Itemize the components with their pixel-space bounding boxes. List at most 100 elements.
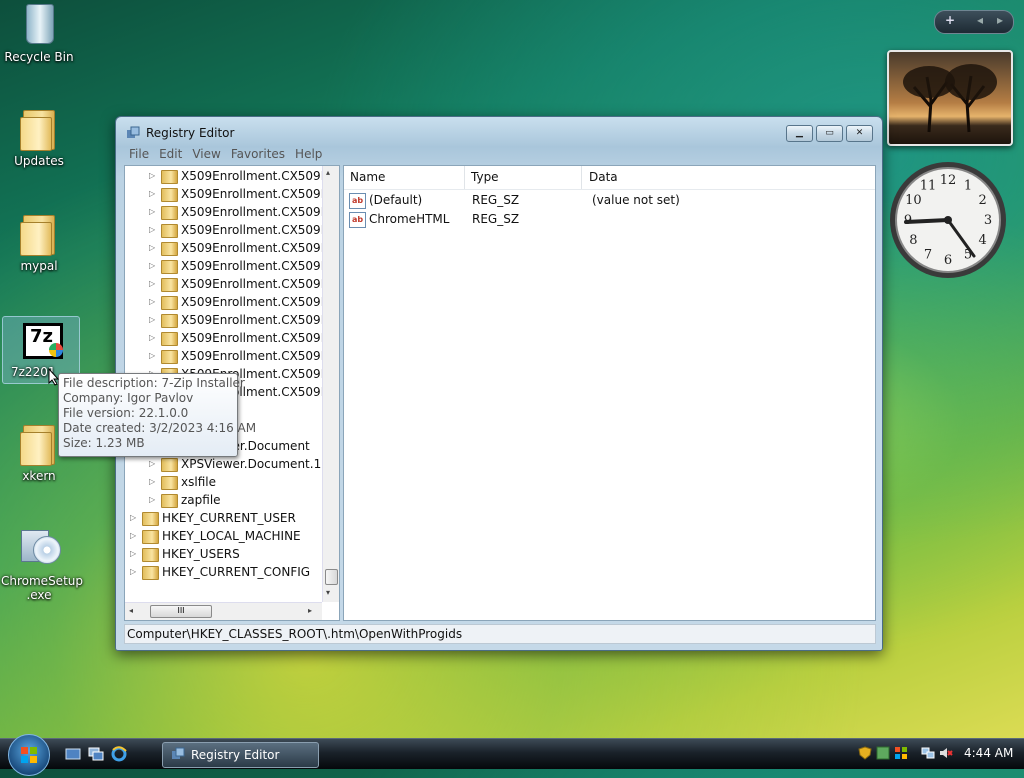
- registry-values-pane[interactable]: Name Type Data ab (Default) REG_SZ (value…: [343, 165, 876, 621]
- tree-horizontal-scrollbar[interactable]: ◂ III ▸: [125, 602, 322, 620]
- registry-editor-app-icon: [126, 126, 140, 140]
- desktop-icon-label: xkern: [22, 469, 56, 483]
- expand-arrow-icon[interactable]: ▷: [149, 167, 159, 185]
- expand-arrow-icon[interactable]: ▷: [149, 311, 159, 329]
- close-button[interactable]: ✕: [846, 125, 873, 142]
- folder-icon: [142, 566, 159, 580]
- expand-arrow-icon[interactable]: ▷: [149, 257, 159, 275]
- scroll-right-button[interactable]: ▸: [308, 606, 312, 615]
- tree-node-label: XPSViewer.Document.1: [181, 457, 322, 471]
- clock-gadget[interactable]: 121234567891011: [888, 160, 1008, 280]
- scroll-down-button[interactable]: ▾: [326, 588, 330, 597]
- clock-number: 11: [920, 178, 937, 193]
- expand-arrow-icon[interactable]: ▷: [130, 509, 140, 527]
- expand-arrow-icon[interactable]: ▷: [149, 293, 159, 311]
- expand-arrow-icon[interactable]: ▷: [130, 545, 140, 563]
- expand-arrow-icon[interactable]: ▷: [149, 347, 159, 365]
- desktop-icon-recycle-bin[interactable]: Recycle Bin: [1, 2, 77, 64]
- folder-icon: [161, 170, 178, 184]
- expand-arrow-icon[interactable]: ▷: [130, 563, 140, 581]
- internet-explorer-icon[interactable]: [111, 746, 127, 762]
- folder-icon: [142, 512, 159, 526]
- menu-file[interactable]: File: [124, 146, 154, 162]
- tree-node-label: HKEY_CURRENT_CONFIG: [162, 565, 311, 579]
- expand-arrow-icon[interactable]: ▷: [149, 221, 159, 239]
- expand-arrow-icon[interactable]: ▷: [130, 527, 140, 545]
- start-button[interactable]: [8, 734, 50, 776]
- scroll-up-button[interactable]: ▴: [326, 168, 330, 177]
- 7zip-installer-icon: 7z: [21, 317, 63, 361]
- tree-node-label: X509Enrollment.CX509Pri: [181, 349, 336, 363]
- taskbar-button-registry-editor[interactable]: Registry Editor: [162, 742, 319, 768]
- tree-node-label: X509Enrollment.CX509Ext: [181, 187, 340, 201]
- column-header-name[interactable]: Name: [344, 166, 465, 189]
- file-info-tooltip: File description: 7-Zip Installer Compan…: [58, 373, 256, 457]
- expand-arrow-icon[interactable]: ▷: [149, 203, 159, 221]
- windows-update-icon[interactable]: [876, 746, 890, 760]
- previous-gadget-page-button[interactable]: ◂: [977, 13, 983, 27]
- clock-number: 10: [905, 193, 922, 208]
- window-title: Registry Editor: [146, 126, 235, 140]
- maximize-button[interactable]: ▭: [816, 125, 843, 142]
- desktop-icon-label-line2: .exe: [26, 588, 52, 602]
- security-shield-icon[interactable]: [858, 746, 872, 760]
- scroll-left-button[interactable]: ◂: [129, 606, 133, 615]
- menu-edit[interactable]: Edit: [154, 146, 187, 162]
- switch-windows-icon[interactable]: [88, 746, 104, 762]
- mouse-cursor-icon: [48, 367, 60, 389]
- registry-value-row[interactable]: ab ChromeHTML: [349, 210, 449, 229]
- clock-face-icon: 121234567891011: [890, 162, 1006, 278]
- network-icon[interactable]: [921, 746, 935, 760]
- status-path: Computer\HKEY_CLASSES_ROOT\.htm\OpenWith…: [127, 627, 463, 641]
- vertical-scroll-thumb[interactable]: [325, 569, 338, 585]
- system-clock[interactable]: 4:44 AM: [964, 746, 1013, 760]
- registry-value-row[interactable]: ab (Default): [349, 191, 422, 210]
- clock-number: 3: [984, 213, 992, 228]
- folder-icon: [19, 106, 59, 151]
- folder-icon: [161, 314, 178, 328]
- minimize-button[interactable]: ▁: [786, 125, 813, 142]
- expand-arrow-icon[interactable]: ▷: [149, 275, 159, 293]
- expand-arrow-icon[interactable]: ▷: [149, 491, 159, 509]
- task-label: Registry Editor: [191, 748, 280, 762]
- folder-icon: [161, 224, 178, 238]
- folder-icon: [161, 278, 178, 292]
- tree-node-label: zapfile: [181, 493, 221, 507]
- menu-help[interactable]: Help: [290, 146, 327, 162]
- menu-bar: File Edit View Favorites Help: [124, 146, 872, 164]
- folder-icon: [161, 332, 178, 346]
- column-header-type[interactable]: Type: [465, 166, 582, 189]
- title-bar[interactable]: Registry Editor ▁ ▭ ✕: [116, 117, 882, 147]
- tree-node-label: HKEY_LOCAL_MACHINE: [162, 529, 301, 543]
- tree-node-label: X509Enrollment.CX509Na: [181, 313, 338, 327]
- show-desktop-icon[interactable]: [65, 746, 81, 762]
- next-gadget-page-button[interactable]: ▸: [997, 13, 1003, 27]
- security-center-icon[interactable]: [894, 746, 908, 760]
- folder-icon: [19, 211, 59, 256]
- clock-number: 12: [940, 173, 957, 188]
- expand-arrow-icon[interactable]: ▷: [149, 239, 159, 257]
- expand-arrow-icon[interactable]: ▷: [149, 329, 159, 347]
- desktop-icon-updates[interactable]: Updates: [1, 106, 77, 168]
- desktop-icon-chromesetup[interactable]: ChromeSetup .exe: [1, 526, 83, 602]
- expand-arrow-icon[interactable]: ▷: [149, 473, 159, 491]
- tree-vertical-scrollbar[interactable]: ▴ ▾: [322, 166, 339, 602]
- expand-arrow-icon[interactable]: ▷: [149, 185, 159, 203]
- volume-muted-icon[interactable]: [939, 746, 953, 760]
- desktop-icon-mypal[interactable]: mypal: [1, 211, 77, 273]
- menu-view[interactable]: View: [187, 146, 225, 162]
- menu-favorites[interactable]: Favorites: [226, 146, 290, 162]
- folder-icon: [142, 548, 159, 562]
- clock-number: 4: [978, 233, 986, 248]
- expand-arrow-icon[interactable]: ▷: [149, 455, 159, 473]
- column-header-data[interactable]: Data: [583, 166, 875, 189]
- taskbar: Registry Editor 4:44 AM: [0, 734, 1024, 776]
- clock-number: 7: [924, 248, 932, 263]
- add-gadget-button[interactable]: +: [945, 13, 955, 27]
- value-name: ChromeHTML: [369, 212, 450, 226]
- horizontal-scroll-thumb[interactable]: III: [150, 605, 212, 618]
- value-type: REG_SZ: [472, 193, 520, 207]
- tree-photo-icon: [903, 64, 997, 133]
- string-value-icon: ab: [349, 211, 366, 228]
- slideshow-gadget[interactable]: [887, 50, 1013, 146]
